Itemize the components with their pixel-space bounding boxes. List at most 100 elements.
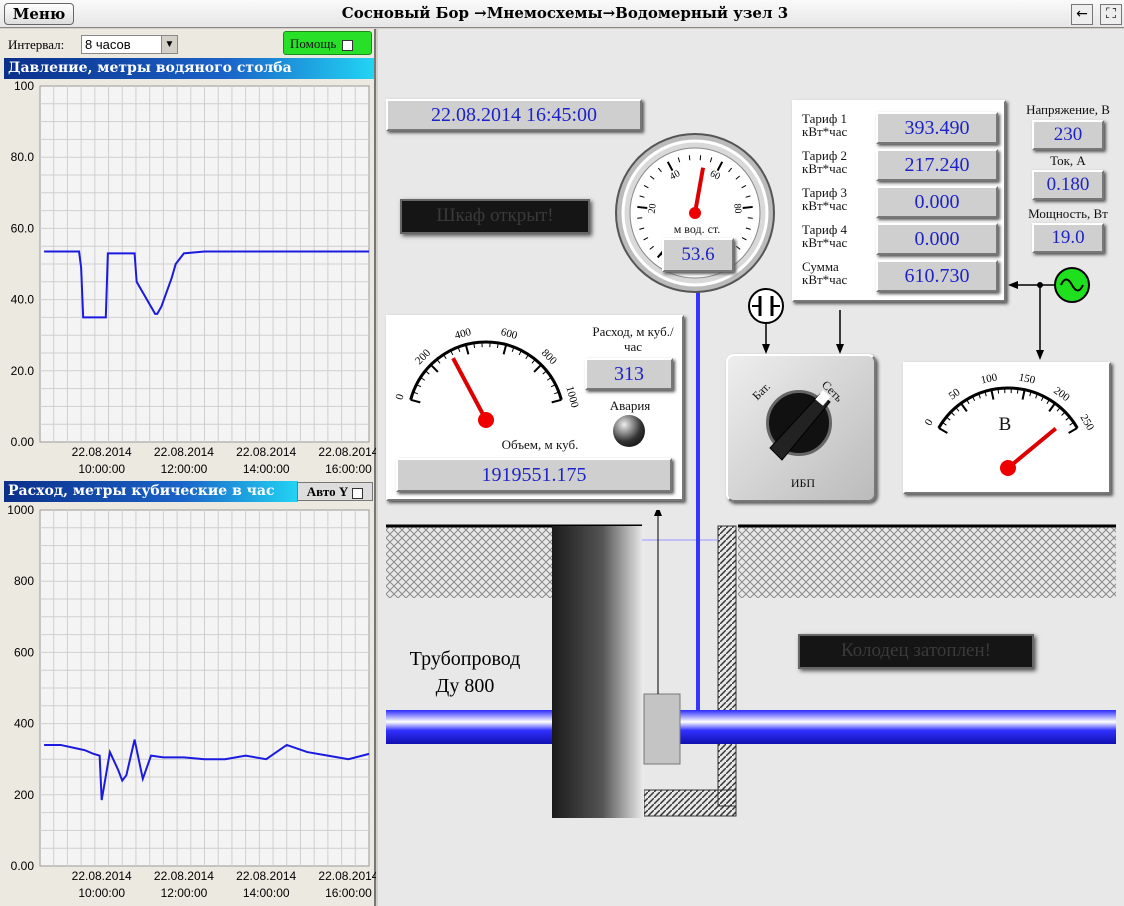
pipeline-label: Трубопровод Ду 800	[395, 646, 535, 700]
battery-icon	[749, 289, 783, 323]
gauge-tick	[533, 364, 542, 373]
gauge-tick	[1021, 389, 1026, 400]
tariff-value: 393.490	[876, 112, 998, 144]
datetime-display: 22.08.2014 16:45:00	[386, 99, 642, 131]
x-tick-time: 16:00:00	[325, 462, 372, 476]
ups-label: ИБП	[790, 476, 816, 490]
gauge-tick	[430, 364, 439, 373]
tariff-unit: кВт*час	[802, 124, 848, 139]
scada-app: Меню Сосновый Бор →Мнемосхемы→Водомерный…	[0, 0, 1124, 906]
tariff-label: Тариф 4 кВт*час	[802, 223, 874, 249]
gauge-tick-label: 80	[731, 203, 743, 214]
gauge-tick	[1061, 411, 1066, 416]
x-tick-time: 10:00:00	[78, 462, 125, 476]
tariff-value: 217.240	[876, 149, 998, 181]
tariff-unit: кВт*час	[802, 198, 848, 213]
gauge-needle	[451, 357, 488, 421]
tariff-label: Тариф 1 кВт*час	[802, 112, 874, 138]
gauge-tick	[997, 388, 1000, 394]
gauge-tick	[950, 411, 955, 416]
fullscreen-icon[interactable]: ⛶	[1100, 4, 1122, 25]
gauge-arc	[409, 340, 563, 401]
chevron-down-icon[interactable]: ▼	[161, 36, 177, 53]
help-toggle[interactable]: Помощь	[283, 31, 372, 55]
y-tick-label: 0.00	[11, 859, 35, 873]
alarm-lamp	[613, 415, 645, 447]
y-tick-label: 20.0	[11, 364, 35, 378]
auto-y-label: Авто Y	[306, 484, 349, 499]
gauge-tick	[742, 205, 753, 209]
gauge-tick-label: 150	[1018, 371, 1037, 386]
power-label: Мощность, Вт	[1028, 206, 1108, 221]
voltage-label: Напряжение, В	[1026, 102, 1110, 117]
pressure-chart-header: Давление, метры водяного столба	[4, 58, 374, 79]
gauge-tick	[1016, 388, 1019, 394]
cabinet-open-indicator: Шкаф открыт!	[400, 199, 590, 234]
gauge-hub	[478, 412, 494, 428]
y-tick-label: 800	[14, 574, 34, 588]
gauge-tick	[410, 398, 421, 404]
gauge-hub	[689, 207, 701, 219]
pressure-chart: 0.00 20.0 40.0 60.0 80.0 100 22.08.2014 10:00:0…	[11, 79, 376, 476]
gauge-tick-label: 250	[1077, 412, 1096, 433]
help-label: Помощь	[290, 36, 337, 51]
x-tick-time: 14:00:00	[243, 462, 290, 476]
tariff-value: 0.000	[876, 223, 998, 255]
page-title: Сосновый Бор →Мнемосхемы→Водомерный узел…	[341, 4, 789, 22]
x-tick-date: 22.08.2014	[236, 869, 296, 883]
y-tick-label: 100	[14, 79, 34, 93]
volume-label: Объем, м куб.	[501, 437, 579, 452]
volume-value: 1919551.175	[396, 458, 672, 492]
gauge-tick	[542, 370, 547, 375]
gauge-tick-label: 20	[647, 203, 659, 214]
auto-y-toggle[interactable]: Авто Y	[297, 482, 373, 501]
power-value: 19.0	[1032, 223, 1104, 253]
y-tick-label: 200	[14, 788, 34, 802]
x-tick-time: 16:00:00	[325, 886, 372, 900]
voltage-value: 230	[1032, 120, 1104, 150]
gauge-tick	[637, 205, 648, 209]
current-label: Ток, А	[1050, 153, 1086, 168]
help-checkbox[interactable]	[342, 39, 354, 51]
top-bar: Меню Сосновый Бор →Мнемосхемы→Водомерный…	[0, 0, 1124, 28]
alarm-label: Авария	[609, 398, 651, 413]
gauge-tick-label: 0	[394, 392, 407, 401]
y-tick-label: 60.0	[11, 221, 35, 235]
x-tick-date: 22.08.2014	[236, 445, 296, 459]
x-tick-time: 14:00:00	[243, 886, 290, 900]
flow-chart-header: Расход, метры кубические в час	[4, 481, 298, 502]
back-arrow-icon[interactable]: ←	[1071, 4, 1093, 25]
pipeline-label-line1: Трубопровод	[409, 648, 521, 670]
y-tick-label: 1000	[7, 503, 34, 517]
gauge-tick	[502, 344, 508, 355]
x-tick-date: 22.08.2014	[318, 869, 376, 883]
menu-button[interactable]: Меню	[4, 3, 74, 25]
auto-y-checkbox[interactable]	[352, 487, 364, 499]
x-tick-time: 12:00:00	[161, 886, 208, 900]
gauge-tick-label: 50	[947, 386, 963, 402]
interval-value: 8 часов	[85, 37, 131, 52]
gauge-tick-label: 400	[453, 326, 473, 342]
switch-handle	[769, 390, 831, 461]
gauge-hub	[1000, 460, 1016, 476]
y-tick-label: 40.0	[11, 293, 35, 307]
flow-rate-label: Расход, м куб./час	[592, 324, 674, 354]
x-tick-date: 22.08.2014	[72, 445, 132, 459]
gauge-tick-label: 0	[923, 417, 936, 428]
flow-rate-value: 313	[585, 358, 673, 390]
x-tick-date: 22.08.2014	[72, 869, 132, 883]
interval-select[interactable]: 8 часов ▼	[81, 35, 178, 54]
tariff-value: 0.000	[876, 186, 998, 218]
x-tick-date: 22.08.2014	[154, 445, 214, 459]
gauge-tick-label: 100	[980, 371, 999, 386]
flow-gauge: 0200400 6008001000	[394, 326, 580, 428]
gauge-tick	[464, 344, 470, 355]
x-tick-time: 10:00:00	[78, 886, 125, 900]
pressure-gauge-unit: м вод. ст.	[673, 222, 721, 236]
gauge-tick	[960, 402, 968, 412]
gauge-tick	[938, 427, 948, 434]
voltmeter-unit: В	[998, 414, 1012, 435]
gauge-tick-label: 600	[500, 326, 520, 342]
tariff-label: Тариф 3 кВт*час	[802, 186, 874, 212]
x-tick-time: 12:00:00	[161, 462, 208, 476]
